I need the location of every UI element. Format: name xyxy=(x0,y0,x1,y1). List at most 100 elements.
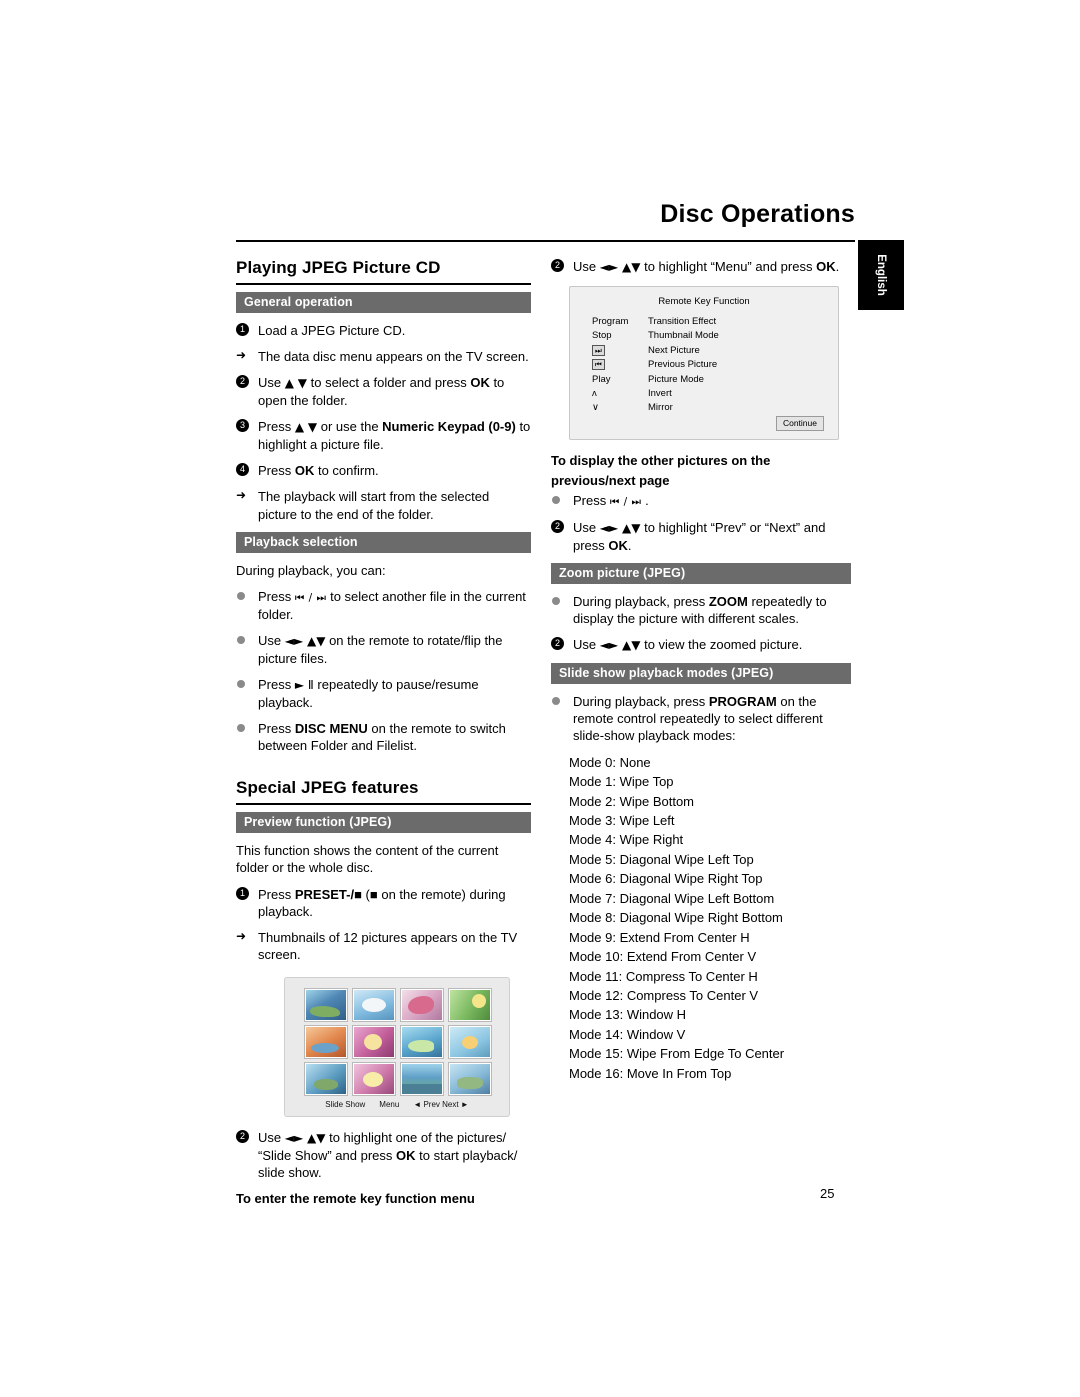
thumbnail-item[interactable] xyxy=(353,989,395,1022)
remote-key-function: Previous Picture xyxy=(648,359,718,371)
other-pictures-heading-line1: To display the other pictures on the xyxy=(551,452,771,468)
step-text: The data disc menu appears on the TV scr… xyxy=(258,349,529,365)
step-text: Load a JPEG Picture CD. xyxy=(258,323,406,338)
list-item: Mode 14: Window V xyxy=(569,1026,686,1042)
step-number: 3 xyxy=(236,419,249,433)
right-column: 2 Use ◄► ▲▼ to highlight “Menu” and pres… xyxy=(551,258,851,1084)
remote-key-function: Thumbnail Mode xyxy=(648,330,719,342)
list-item: Mode 10: Extend From Center V xyxy=(569,949,757,965)
section-divider xyxy=(236,283,531,285)
table-row: ∨ Mirror xyxy=(592,401,822,415)
list-item: 2 Use ◄► ▲▼ to highlight “Menu” and pres… xyxy=(551,258,851,276)
table-row: Play Picture Mode xyxy=(592,373,822,387)
remote-key-label: Play xyxy=(592,373,611,385)
remote-key-label: Stop xyxy=(592,330,612,342)
list-item: Mode 6: Diagonal Wipe Right Top xyxy=(569,871,763,887)
remote-key-function: Transition Effect xyxy=(648,315,717,327)
thumbnail-toolbar: Slide Show Menu ◄ Prev Next ► xyxy=(305,1100,489,1109)
item-text: Press ⏮ / ⏭ . xyxy=(573,493,649,509)
list-item: 2 Use ◄► ▲▼ to highlight one of the pict… xyxy=(236,1129,531,1181)
thumbnail-item[interactable] xyxy=(305,989,347,1022)
language-tab: English xyxy=(858,240,904,310)
step-number: 1 xyxy=(236,323,249,336)
item-text: Press ⏮ / ⏭ to select another file in th… xyxy=(258,588,526,622)
item-text: Use ◄► ▲▼ on the remote to rotate/flip t… xyxy=(258,632,503,666)
arrow-icon: ➜ xyxy=(236,348,247,363)
remote-key-function: Mirror xyxy=(648,402,673,414)
thumbnail-item[interactable] xyxy=(449,1063,491,1096)
thumbnail-item[interactable] xyxy=(305,1063,347,1096)
thumbnail-item[interactable] xyxy=(401,1026,443,1059)
play-pause-icon: ► Ⅱ xyxy=(294,677,314,692)
remote-key-function-table: Program Transition Effect Stop Thumbnail… xyxy=(592,315,822,416)
dpad-updown-icon: ▲ ▼ xyxy=(294,420,318,435)
list-item: Mode 8: Diagonal Wipe Right Bottom xyxy=(569,910,783,926)
list-item: Mode 1: Wipe Top xyxy=(569,774,674,790)
list-item: Mode 9: Extend From Center H xyxy=(569,929,750,945)
table-row: Program Transition Effect xyxy=(592,315,822,329)
bullet-icon xyxy=(237,591,245,600)
list-item: 1 Load a JPEG Picture CD. xyxy=(236,322,531,339)
dpad-icon: ◄► ▲▼ xyxy=(599,521,641,535)
thumbnail-item[interactable] xyxy=(353,1063,395,1096)
list-item: 2 Use ▲ ▼ to select a folder and press O… xyxy=(236,374,531,409)
list-item: Mode 4: Wipe Right xyxy=(569,832,684,848)
step-number: 2 xyxy=(551,637,564,651)
list-item: Mode 13: Window H xyxy=(569,1007,687,1023)
playback-intro: During playback, you can: xyxy=(236,562,386,578)
remote-key-label: Program xyxy=(592,315,629,327)
thumbnail-item[interactable] xyxy=(401,989,443,1022)
left-column: Playing JPEG Picture CD General operatio… xyxy=(236,258,531,1210)
list-item: 2 Use ◄► ▲▼ to view the zoomed picture. xyxy=(551,636,851,654)
list-item: 1 Press PRESET-/■ (■ on the remote) duri… xyxy=(236,886,531,920)
thumbnail-item[interactable] xyxy=(449,1026,491,1059)
list-item: During playback, press PROGRAM on the re… xyxy=(551,693,851,744)
page-title: Disc Operations xyxy=(660,200,855,228)
subhead-zoom-picture: Zoom picture (JPEG) xyxy=(551,562,851,584)
thumbnail-item[interactable] xyxy=(305,1026,347,1059)
thumbnail-item[interactable] xyxy=(353,1026,395,1059)
step-text: Press ▲ ▼ or use the Numeric Keypad (0-9… xyxy=(258,419,531,453)
list-item: Mode 5: Diagonal Wipe Left Top xyxy=(569,851,754,867)
list-item: 3 Press ▲ ▼ or use the Numeric Keypad (0… xyxy=(236,418,531,453)
list-item: Mode 2: Wipe Bottom xyxy=(569,793,694,809)
list-item: Mode 0: None xyxy=(569,754,651,770)
list-item: Mode 15: Wipe From Edge To Center xyxy=(569,1046,785,1062)
remote-key-menu-note: To enter the remote key function menu xyxy=(236,1191,475,1207)
continue-button[interactable]: Continue xyxy=(775,415,824,431)
down-arrow-icon: ∨ xyxy=(592,402,599,414)
thumbnail-preview-screen: Slide Show Menu ◄ Prev Next ► xyxy=(284,977,510,1118)
bullet-icon xyxy=(237,635,245,644)
step-text: Use ◄► ▲▼ to highlight “Menu” and press … xyxy=(573,259,840,274)
list-item: ➜ The playback will start from the selec… xyxy=(236,488,531,522)
list-item: Press ► Ⅱ repeatedly to pause/resume pla… xyxy=(236,676,531,711)
step-text: Press PRESET-/■ (■ on the remote) during… xyxy=(258,886,506,919)
thumbnail-item[interactable] xyxy=(449,989,491,1022)
menu-button[interactable]: Menu xyxy=(379,1100,399,1109)
bullet-icon xyxy=(237,679,245,688)
previous-track-icon: ⏮ xyxy=(592,358,648,372)
dpad-icon: ◄► ▲▼ xyxy=(599,638,641,653)
remote-key-function: Picture Mode xyxy=(648,373,704,385)
step-number: 2 xyxy=(236,375,249,389)
section-divider xyxy=(236,803,531,806)
table-row: Stop Thumbnail Mode xyxy=(592,329,822,343)
table-row: ʌ Invert xyxy=(592,387,822,401)
other-pictures-heading-line2: previous/next page xyxy=(551,472,670,488)
prev-next-button[interactable]: ◄ Prev Next ► xyxy=(413,1100,468,1109)
next-track-icon: ⏭ xyxy=(592,344,648,358)
remote-key-function-title: Remote Key Function xyxy=(658,295,750,307)
subhead-preview-function: Preview function (JPEG) xyxy=(236,812,531,834)
dpad-icon: ◄► ▲▼ xyxy=(284,633,326,648)
item-text: Use ◄► ▲▼ to highlight “Prev” or “Next” … xyxy=(573,520,826,553)
thumbnail-item[interactable] xyxy=(401,1063,443,1096)
prev-next-track-icon: ⏮ / ⏭ xyxy=(609,496,642,509)
list-item: Mode 3: Wipe Left xyxy=(569,812,675,828)
slide-show-button[interactable]: Slide Show xyxy=(325,1100,365,1109)
prev-next-track-icon: ⏮ / ⏭ xyxy=(294,591,327,604)
bullet-icon xyxy=(237,723,245,732)
language-tab-label: English xyxy=(875,254,887,296)
step-text: Press OK to confirm. xyxy=(258,463,379,479)
step-number: 4 xyxy=(236,463,249,477)
table-row: ⏭ Next Picture xyxy=(592,344,822,358)
